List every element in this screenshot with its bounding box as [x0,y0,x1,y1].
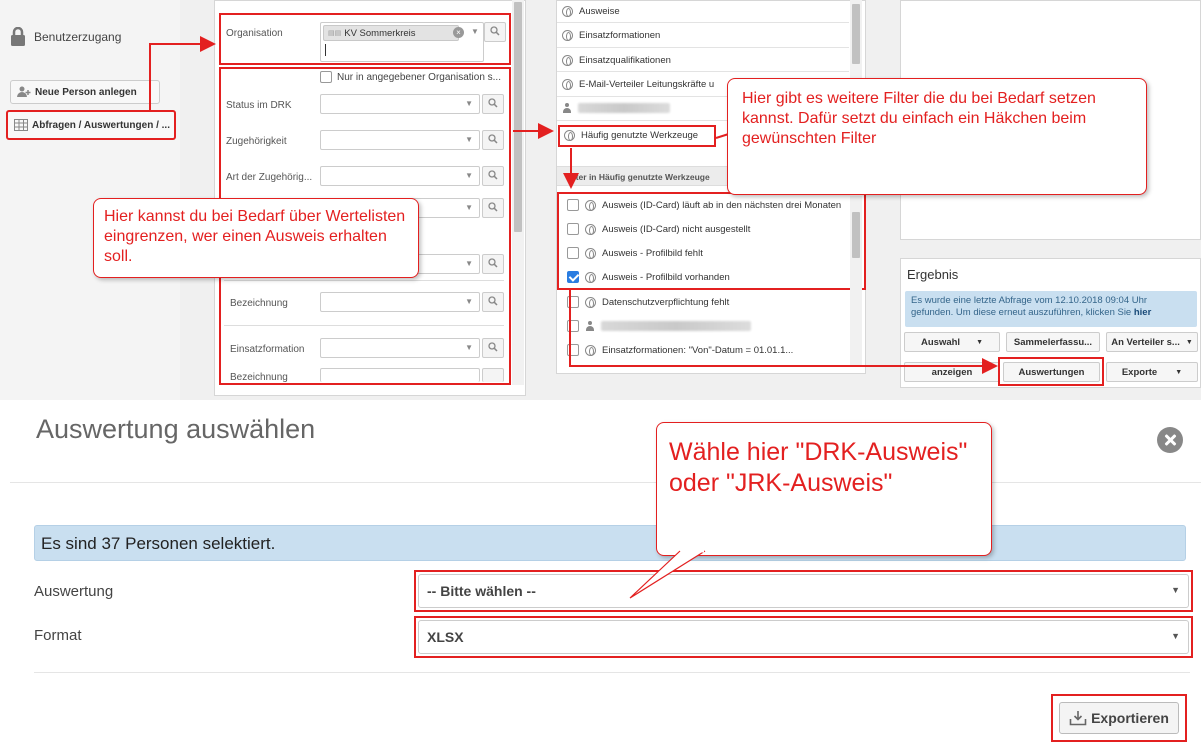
export-button[interactable]: Exportieren [1059,702,1179,734]
auswertung-select[interactable]: -- Bitte wählen -- ▼ [418,574,1189,608]
chevron-down-icon: ▼ [1171,585,1180,595]
modal-footer-divider [34,672,1190,673]
arrow-list-to-auswertungen [569,290,998,374]
filters-hint-callout: Hier gibt es weitere Filter die du bei B… [727,78,1147,195]
app-background: Benutzerzugang Neue Person anlegen Abfra… [0,0,1201,400]
arrow-queries-to-org [149,36,216,110]
format-select[interactable]: XLSX ▼ [418,620,1189,654]
download-icon [1069,711,1087,726]
lists-hint-callout: Hier kannst du bei Bedarf über Wertelist… [93,198,419,278]
auswertung-modal: Auswertung auswählen Es sind 37 Personen… [10,400,1201,752]
auswertung-label: Auswertung [34,583,114,600]
format-label: Format [34,627,82,644]
choose-hint-callout: Wähle hier "DRK-Ausweis" oder "JRK-Auswe… [656,422,992,556]
chevron-down-icon: ▼ [1171,631,1180,641]
modal-title: Auswertung auswählen [36,414,316,444]
modal-header-divider [10,482,1201,483]
callout-tail [629,550,706,599]
close-icon[interactable] [1157,427,1183,453]
